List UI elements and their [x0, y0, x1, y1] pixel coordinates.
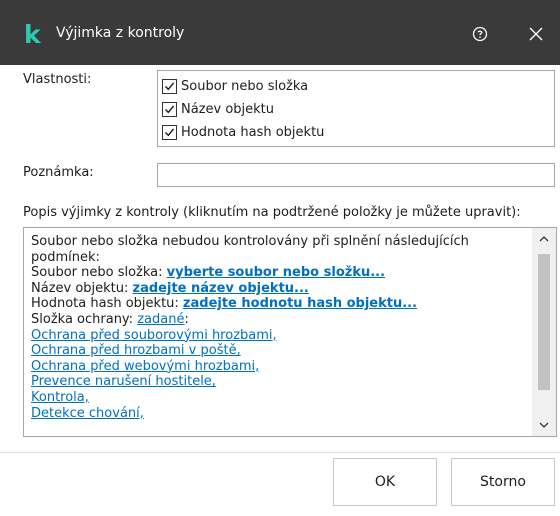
- hash-condition-label: Hodnota hash objektu:: [31, 296, 183, 312]
- description-label: Popis výjimky z kontroly (kliknutím na p…: [23, 205, 521, 220]
- file-condition-label: Soubor nebo složka:: [31, 265, 167, 281]
- property-item-object-name[interactable]: Název objektu: [162, 99, 274, 119]
- title-bar: k Výjimka z kontroly: [0, 0, 560, 65]
- enter-name-link[interactable]: zadejte název objektu...: [133, 281, 309, 296]
- select-file-link[interactable]: vyberte soubor nebo složku...: [167, 265, 385, 280]
- checkbox-label: Hodnota hash objektu: [181, 124, 325, 140]
- component-suffix: :: [184, 311, 189, 327]
- component-link-behavior-detection[interactable]: Detekce chování,: [31, 406, 144, 421]
- component-link-web-threat-protection[interactable]: Ochrana před webovými hrozbami,: [31, 359, 259, 374]
- component-condition-line: Složka ochrany: zadané:: [31, 312, 531, 328]
- property-item-file-or-folder[interactable]: Soubor nebo složka: [162, 76, 308, 96]
- description-box: Soubor nebo složka nebudou kontrolovány …: [23, 227, 557, 437]
- properties-label: Vlastnosti:: [23, 72, 92, 87]
- checkmark-icon: [165, 82, 175, 90]
- chevron-up-icon: [539, 236, 549, 242]
- file-condition-line: Soubor nebo složka: vyberte soubor nebo …: [31, 265, 531, 281]
- checkmark-icon: [165, 128, 175, 136]
- component-condition-label: Složka ochrany:: [31, 311, 138, 327]
- properties-list: Soubor nebo složka Název objektu Hodnota…: [157, 70, 555, 147]
- checkbox[interactable]: [162, 78, 177, 94]
- enter-hash-link[interactable]: zadejte hodnotu hash objektu...: [183, 296, 417, 311]
- checkbox-label: Název objektu: [181, 101, 275, 117]
- component-link-scan[interactable]: Kontrola,: [31, 390, 89, 405]
- help-circle-icon: [472, 26, 488, 42]
- note-input[interactable]: [157, 163, 555, 187]
- component-link-file-threat-protection[interactable]: Ochrana před souborovými hrozbami,: [31, 328, 277, 343]
- checkmark-icon: [165, 105, 175, 113]
- note-label: Poznámka:: [23, 165, 94, 180]
- checkbox-label: Soubor nebo složka: [181, 78, 309, 94]
- hash-condition-line: Hodnota hash objektu: zadejte hodnotu ha…: [31, 296, 531, 312]
- property-item-object-hash[interactable]: Hodnota hash objektu: [162, 122, 324, 142]
- scrollbar-thumb[interactable]: [538, 254, 550, 390]
- name-condition-line: Název objektu: zadejte název objektu...: [31, 281, 531, 297]
- vertical-scrollbar[interactable]: [532, 228, 556, 436]
- component-link-mail-threat-protection[interactable]: Ochrana před hrozbami v poště,: [31, 343, 241, 358]
- window-title: Výjimka z kontroly: [56, 25, 185, 41]
- kaspersky-logo: k: [24, 20, 41, 49]
- component-link-host-intrusion-prevention[interactable]: Prevence narušení hostitele,: [31, 374, 216, 389]
- close-icon: [529, 27, 543, 41]
- scroll-up-button[interactable]: [532, 228, 556, 250]
- checkbox[interactable]: [162, 124, 177, 140]
- description-content: Soubor nebo složka nebudou kontrolovány …: [31, 234, 531, 421]
- name-condition-label: Název objektu:: [31, 280, 133, 296]
- description-intro: Soubor nebo složka nebudou kontrolovány …: [31, 234, 469, 265]
- ok-button[interactable]: OK: [333, 458, 437, 506]
- specified-components-link[interactable]: zadané: [137, 312, 184, 327]
- scroll-down-button[interactable]: [532, 414, 556, 436]
- cancel-button[interactable]: Storno: [451, 458, 555, 506]
- checkbox[interactable]: [162, 101, 177, 117]
- close-button[interactable]: [522, 20, 550, 48]
- chevron-down-icon: [539, 422, 549, 428]
- help-button[interactable]: [466, 20, 494, 48]
